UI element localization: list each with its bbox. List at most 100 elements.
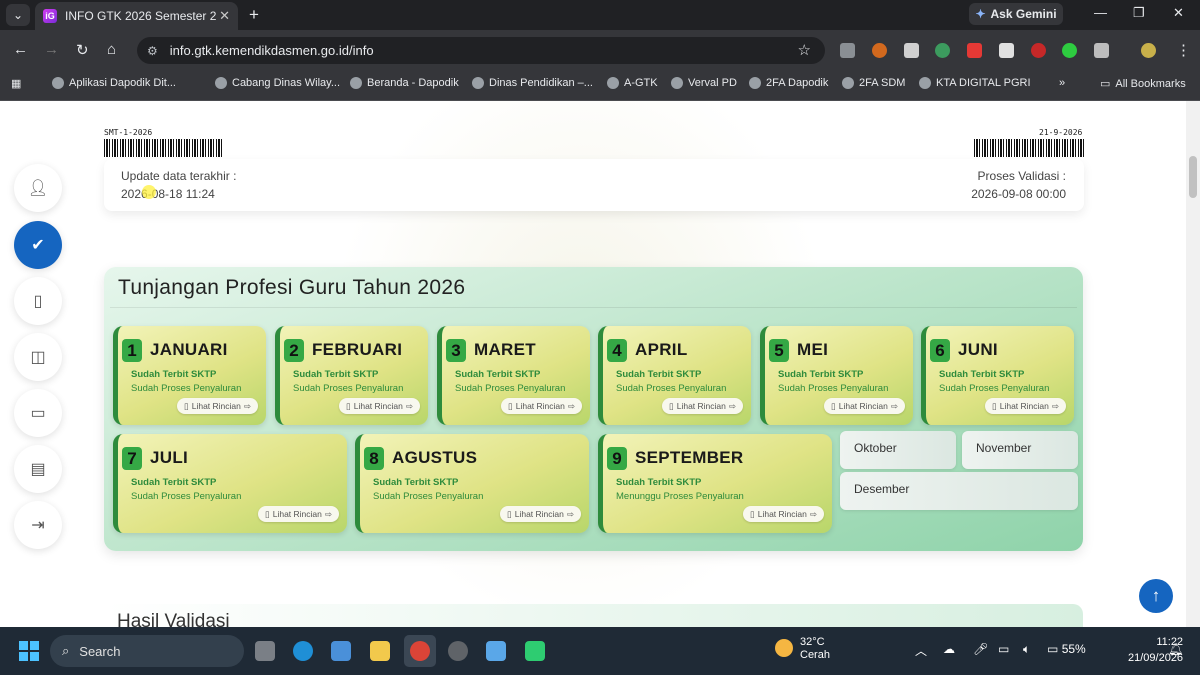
site-info-icon[interactable]: ⚙ (147, 44, 158, 58)
extensions-puzzle-icon[interactable] (1094, 43, 1109, 58)
speaker-icon[interactable]: 🔈︎ (1023, 642, 1030, 657)
app-icon[interactable] (525, 641, 545, 661)
browser-tab-strip: ⌄ iG INFO GTK 2026 Semester 2 ✕ + ✦ Ask … (0, 0, 1200, 30)
bookmark-item[interactable]: Aplikasi Dapodik Dit... (52, 77, 176, 89)
extension-icon[interactable] (840, 43, 855, 58)
edge-icon[interactable] (293, 641, 313, 661)
extension-icon[interactable] (1031, 43, 1046, 58)
scrollbar-thumb[interactable] (1189, 156, 1197, 198)
bookmark-icon (671, 77, 683, 89)
forward-icon[interactable]: → (44, 41, 59, 58)
validasi-value: 2026-09-08 00:00 (971, 187, 1066, 201)
month-number: 9 (607, 447, 627, 470)
bookmark-item[interactable]: 2FA Dapodik (749, 77, 828, 89)
shield-icon[interactable] (904, 43, 919, 58)
month-card-juli: 7 JULI Sudah Terbit SKTP Sudah Proses Pe… (113, 434, 347, 533)
lihat-rincian-button[interactable]: ▯ Lihat Rincian ⇨ (339, 398, 420, 414)
month-name: FEBRUARI (312, 340, 403, 359)
scroll-to-top-button[interactable]: ↑ (1139, 579, 1173, 613)
reload-icon[interactable]: ↻ (76, 41, 89, 59)
task-view-icon[interactable] (255, 641, 275, 661)
bookmark-item[interactable]: 2FA SDM (842, 77, 905, 89)
youtube-icon[interactable] (967, 43, 982, 58)
document-nav-button[interactable]: ▯ (14, 277, 62, 325)
month-name: November (976, 441, 1032, 455)
temperature: 32°C (800, 636, 825, 648)
month-card-februari: 2 FEBRUARI Sudah Terbit SKTP Sudah Prose… (275, 326, 428, 425)
bookmark-item[interactable]: Dinas Pendidikan –... (472, 77, 593, 89)
home-icon[interactable]: ⌂ (107, 41, 116, 58)
bookmark-item[interactable]: A-GTK (607, 77, 658, 89)
ask-gemini-label: Ask Gemini (990, 7, 1057, 21)
file-explorer-icon[interactable] (370, 641, 390, 661)
penyaluran-status: Sudah Proses Penyaluran (131, 383, 242, 394)
bookmark-item[interactable]: Beranda - Dapodik (350, 77, 459, 89)
battery-status[interactable]: ▭ 55% (1047, 642, 1086, 656)
store-icon[interactable] (331, 641, 351, 661)
archive-nav-button[interactable]: ▤ (14, 445, 62, 493)
profile-nav-button[interactable]: 👤︎ (14, 164, 62, 212)
divider (110, 307, 1077, 308)
bookmark-item[interactable]: Cabang Dinas Wilay... (215, 77, 340, 89)
lihat-rincian-button[interactable]: ▯ Lihat Rincian ⇨ (985, 398, 1066, 414)
qr-code-icon[interactable] (999, 43, 1014, 58)
more-bookmarks-icon[interactable]: » (1059, 77, 1065, 89)
month-card-april: 4 APRIL Sudah Terbit SKTP Sudah Proses P… (598, 326, 751, 425)
penyaluran-status: Sudah Proses Penyaluran (778, 383, 889, 394)
ask-gemini-button[interactable]: ✦ Ask Gemini (969, 3, 1063, 25)
validation-nav-button[interactable]: ✔ (14, 221, 62, 269)
lihat-rincian-button[interactable]: ▯ Lihat Rincian ⇨ (500, 506, 581, 522)
apps-grid-icon[interactable]: ▦ (11, 77, 21, 90)
taskbar-search[interactable]: ⌕ Search (50, 635, 244, 667)
tab-search-button[interactable]: ⌄ (6, 4, 30, 26)
document-icon: ▯ (507, 508, 512, 519)
new-tab-icon[interactable]: + (249, 5, 259, 25)
lihat-rincian-button[interactable]: ▯ Lihat Rincian ⇨ (501, 398, 582, 414)
minimize-icon[interactable]: — (1094, 5, 1107, 20)
all-bookmarks-folder[interactable]: ▭ All Bookmarks (1100, 77, 1186, 91)
extension-icon[interactable] (1062, 43, 1077, 58)
bookmark-star-icon[interactable]: ☆ (798, 41, 811, 59)
month-card-september: 9 SEPTEMBER Sudah Terbit SKTP Menunggu P… (598, 434, 832, 533)
app-icon[interactable] (486, 641, 506, 661)
sun-icon (775, 639, 793, 657)
settings-icon[interactable] (448, 641, 468, 661)
profile-avatar[interactable] (1141, 43, 1156, 58)
tab-title: INFO GTK 2026 Semester 2 (65, 9, 217, 23)
cloud-icon[interactable]: ☁ (943, 642, 955, 656)
sktp-status: Sudah Terbit SKTP (778, 369, 864, 380)
chevron-up-icon[interactable]: ︿ (915, 642, 927, 659)
bookmark-item[interactable]: KTA DIGITAL PGRI (919, 77, 1031, 89)
lihat-rincian-button[interactable]: ▯ Lihat Rincian ⇨ (743, 506, 824, 522)
update-label: Update data terakhir : (121, 169, 237, 183)
sktp-status: Sudah Terbit SKTP (616, 369, 702, 380)
restore-icon[interactable]: ❐ (1133, 5, 1145, 21)
month-card-oktober: Oktober (840, 431, 956, 469)
lihat-rincian-button[interactable]: ▯ Lihat Rincian ⇨ (258, 506, 339, 522)
section-title: Hasil Validasi (117, 611, 230, 627)
menu-kebab-icon[interactable]: ⋮ (1176, 41, 1191, 59)
barcode-left (104, 139, 224, 157)
notification-icon[interactable]: 🔔︎ (1168, 642, 1183, 656)
lihat-rincian-button[interactable]: ▯ Lihat Rincian ⇨ (662, 398, 743, 414)
close-window-icon[interactable]: ✕ (1173, 5, 1184, 21)
extension-icon[interactable] (935, 43, 950, 58)
display-icon[interactable]: ▭ (998, 642, 1009, 656)
back-icon[interactable]: ← (13, 41, 28, 58)
extension-icon[interactable] (872, 43, 887, 58)
lihat-rincian-button[interactable]: ▯ Lihat Rincian ⇨ (824, 398, 905, 414)
month-card-januari: 1 JANUARI Sudah Terbit SKTP Sudah Proses… (113, 326, 266, 425)
start-button[interactable] (19, 641, 39, 661)
browser-tab[interactable]: iG INFO GTK 2026 Semester 2 ✕ (35, 2, 238, 30)
chrome-icon[interactable] (410, 641, 430, 661)
book-nav-button[interactable]: ◫ (14, 333, 62, 381)
logout-nav-button[interactable]: ⇥ (14, 501, 62, 549)
folder-nav-button[interactable]: ▭ (14, 389, 62, 437)
bookmark-icon (472, 77, 484, 89)
penyaluran-status: Menunggu Proses Penyaluran (616, 491, 744, 502)
bookmark-item[interactable]: Verval PD (671, 77, 737, 89)
microphone-icon[interactable]: 🎤︎ (973, 642, 988, 656)
address-bar[interactable]: ⚙ info.gtk.kemendikdasmen.go.id/info ☆ (137, 37, 825, 64)
close-tab-icon[interactable]: ✕ (219, 8, 230, 24)
lihat-rincian-button[interactable]: ▯ Lihat Rincian ⇨ (177, 398, 258, 414)
